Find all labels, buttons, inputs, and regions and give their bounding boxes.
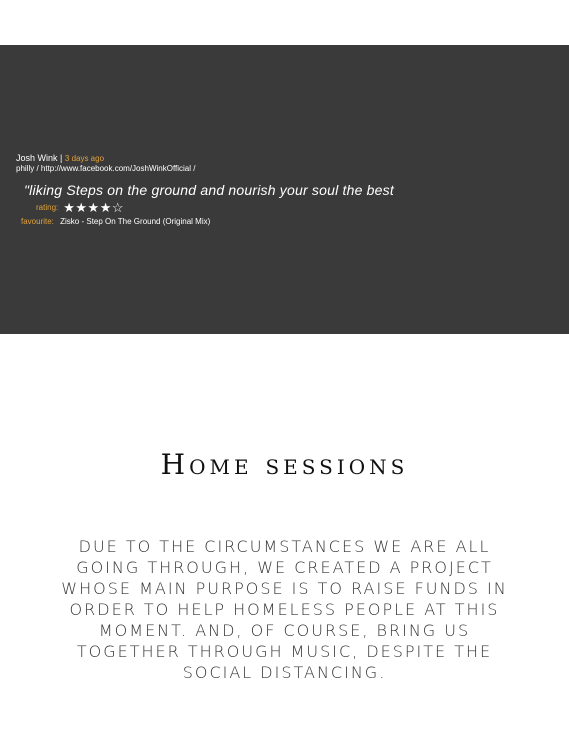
favourite-track: Zisko - Step On The Ground (Original Mix…: [60, 217, 211, 226]
page: Josh Wink | 3 days ago philly / http://w…: [0, 0, 569, 748]
review-time-ago: 3 days ago: [64, 154, 105, 163]
favourite-label: favourite:: [21, 217, 54, 226]
review-quote: "liking Steps on the ground and nourish …: [24, 182, 394, 198]
home-sessions-description: Due to the circumstances we are all goin…: [61, 537, 508, 682]
review-card: Josh Wink | 3 days ago philly / http://w…: [16, 153, 569, 227]
review-banner: Josh Wink | 3 days ago philly / http://w…: [0, 45, 569, 334]
review-author: Josh Wink: [16, 153, 58, 163]
home-sessions-title: Home sessions: [160, 448, 409, 481]
rating-label: rating:: [36, 203, 59, 212]
review-rating: rating: ★★★★☆: [36, 201, 569, 215]
review-source-link[interactable]: philly / http://www.facebook.com/JoshWin…: [16, 164, 569, 174]
review-separator: |: [60, 153, 63, 163]
rating-stars-icon: ★★★★☆: [63, 200, 125, 215]
review-favourite: favourite: Zisko - Step On The Ground (O…: [21, 216, 569, 227]
review-header: Josh Wink | 3 days ago: [16, 153, 569, 164]
